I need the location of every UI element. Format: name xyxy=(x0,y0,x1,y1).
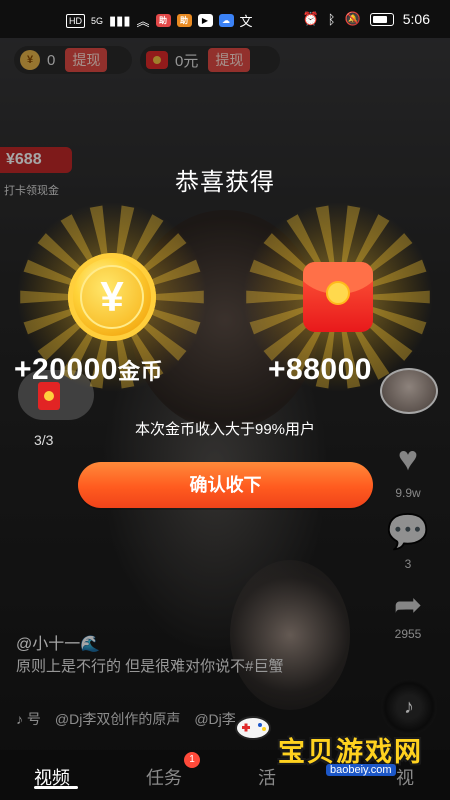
yuan-symbol: ¥ xyxy=(100,273,124,320)
cloud-notification-icon: ☁ xyxy=(218,14,234,27)
alarm-icon: ⏰ xyxy=(302,11,319,26)
signal-icon: ▮▮▮ xyxy=(109,12,131,28)
app-notification-icon: 助 xyxy=(176,14,192,27)
bluetooth-icon: ᛒ xyxy=(327,11,336,27)
coin-reward-unit: 金币 xyxy=(117,359,163,384)
gold-coin-icon: ¥ xyxy=(68,253,156,341)
reward-title: 恭喜获得 xyxy=(175,169,275,196)
watermark: 宝贝游戏网 baobeiy.com xyxy=(235,716,423,776)
tab-activity[interactable]: 活 xyxy=(258,764,276,790)
mute-icon: 🔕 xyxy=(344,11,361,26)
status-right: ⏰ ᛒ 🔕 5:06 xyxy=(303,11,430,27)
redpacket-reward-amount: +88000 xyxy=(268,353,372,386)
tab-tasks[interactable]: 任务 xyxy=(146,764,182,790)
red-envelope-icon xyxy=(303,262,373,332)
play-notification-icon: ▶ xyxy=(197,14,213,27)
reward-subtitle: 本次金币收入大于99%用户 xyxy=(134,421,316,438)
status-bar: HD 5G ▮▮▮ ︽ 助 助 ▶ ☁ 文 ⏰ ᛒ 🔕 5:06 xyxy=(0,0,450,38)
battery-icon xyxy=(369,12,394,26)
clock: 5:06 xyxy=(402,11,430,27)
app-notification-icon: 助 xyxy=(155,14,171,27)
tasks-badge: 1 xyxy=(184,752,200,768)
envelope-seal xyxy=(326,281,350,305)
active-tab-indicator xyxy=(34,786,78,789)
hd-indicator: HD xyxy=(66,13,85,28)
coin-reward-amount: +20000金币 xyxy=(14,353,163,387)
wifi-icon: ︽ xyxy=(136,14,150,29)
watermark-url: baobeiy.com xyxy=(326,764,396,776)
coin-reward-value: +20000 xyxy=(14,353,118,386)
text-notification-icon: 文 xyxy=(239,14,253,29)
app-screen: HD 5G ▮▮▮ ︽ 助 助 ▶ ☁ 文 ⏰ ᛒ 🔕 5:06 ¥ 0 提现 … xyxy=(0,0,450,800)
gamepad-icon xyxy=(235,716,271,740)
status-left: HD 5G ▮▮▮ ︽ 助 助 ▶ ☁ 文 xyxy=(66,11,253,30)
confirm-button[interactable]: 确认收下 xyxy=(78,462,373,508)
network-indicator: 5G xyxy=(91,15,104,26)
